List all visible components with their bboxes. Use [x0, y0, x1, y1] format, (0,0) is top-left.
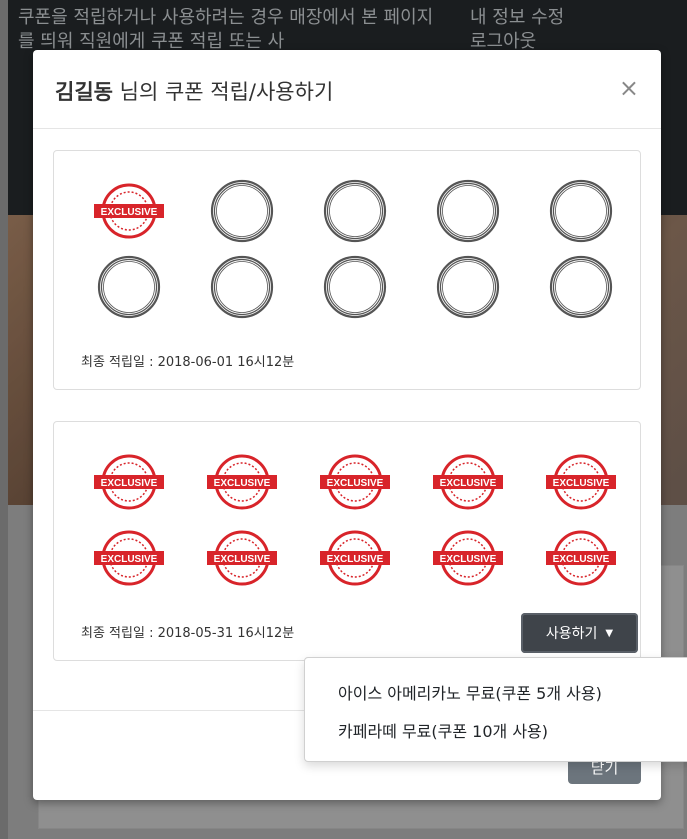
modal-header: 김길동 님의 쿠폰 적립/사용하기 × — [33, 50, 661, 129]
exclusive-stamp-icon: EXCLUSIVE — [545, 454, 616, 510]
empty-stamp-icon — [436, 179, 499, 243]
caret-down-icon: ▼ — [605, 627, 614, 639]
stamp-filled: EXCLUSIVE — [72, 173, 185, 249]
stamp-filled: EXCLUSIVE — [72, 520, 185, 596]
svg-text:EXCLUSIVE: EXCLUSIVE — [439, 478, 496, 489]
stamp-empty — [411, 173, 524, 249]
exclusive-stamp-icon: EXCLUSIVE — [432, 530, 503, 586]
svg-text:EXCLUSIVE: EXCLUSIVE — [213, 478, 270, 489]
exclusive-stamp-icon: EXCLUSIVE — [432, 454, 503, 510]
last-stamp-date: 최종 적립일 : 2018-06-01 16시12분 — [81, 355, 295, 370]
stamp-filled: EXCLUSIVE — [298, 520, 411, 596]
stamp-filled: EXCLUSIVE — [298, 444, 411, 520]
stamp-grid: EXCLUSIVE — [72, 173, 622, 325]
stamp-empty — [298, 173, 411, 249]
close-icon[interactable]: × — [619, 74, 639, 102]
exclusive-stamp-icon: EXCLUSIVE — [206, 530, 277, 586]
svg-text:EXCLUSIVE: EXCLUSIVE — [100, 207, 157, 218]
exclusive-stamp-icon: EXCLUSIVE — [93, 530, 164, 586]
stamp-empty — [185, 173, 298, 249]
stamp-filled: EXCLUSIVE — [411, 444, 524, 520]
coupon-card: EXCLUSIVE EXCLUSIVE EXCLUSIVE EXCLUSIVE EXCL… — [53, 421, 641, 661]
empty-stamp-icon — [97, 255, 160, 319]
stamp-empty — [411, 249, 524, 325]
stamp-filled: EXCLUSIVE — [524, 444, 637, 520]
stamp-empty — [185, 249, 298, 325]
coupon-card: EXCLUSIVE 최종 적립일 : 2018-06-01 16시12분 — [53, 150, 641, 390]
svg-text:EXCLUSIVE: EXCLUSIVE — [213, 554, 270, 565]
stamp-filled: EXCLUSIVE — [72, 444, 185, 520]
modal-title-text: 님의 쿠폰 적립/사용하기 — [112, 80, 334, 104]
exclusive-stamp-icon: EXCLUSIVE — [93, 183, 164, 239]
svg-text:EXCLUSIVE: EXCLUSIVE — [439, 554, 496, 565]
empty-stamp-icon — [549, 179, 612, 243]
stamp-grid: EXCLUSIVE EXCLUSIVE EXCLUSIVE EXCLUSIVE EXCL… — [72, 444, 622, 596]
stamp-empty — [72, 249, 185, 325]
empty-stamp-icon — [323, 179, 386, 243]
stamp-filled: EXCLUSIVE — [411, 520, 524, 596]
empty-stamp-icon — [549, 255, 612, 319]
user-name: 김길동 — [55, 80, 113, 104]
exclusive-stamp-icon: EXCLUSIVE — [319, 454, 390, 510]
stamp-filled: EXCLUSIVE — [185, 520, 298, 596]
stamp-empty — [524, 173, 637, 249]
exclusive-stamp-icon: EXCLUSIVE — [545, 530, 616, 586]
empty-stamp-icon — [210, 255, 273, 319]
modal-title: 김길동 님의 쿠폰 적립/사용하기 — [55, 76, 333, 106]
dropdown-item-americano[interactable]: 아이스 아메리카노 무료(쿠폰 5개 사용) — [338, 680, 602, 704]
last-stamp-date: 최종 적립일 : 2018-05-31 16시12분 — [81, 626, 295, 641]
stamp-empty — [524, 249, 637, 325]
use-coupon-dropdown: 아이스 아메리카노 무료(쿠폰 5개 사용) 카페라떼 무료(쿠폰 10개 사용… — [304, 657, 687, 762]
exclusive-stamp-icon: EXCLUSIVE — [206, 454, 277, 510]
stamp-filled: EXCLUSIVE — [185, 444, 298, 520]
stamp-filled: EXCLUSIVE — [524, 520, 637, 596]
svg-text:EXCLUSIVE: EXCLUSIVE — [326, 554, 383, 565]
svg-text:EXCLUSIVE: EXCLUSIVE — [552, 554, 609, 565]
svg-text:EXCLUSIVE: EXCLUSIVE — [100, 478, 157, 489]
exclusive-stamp-icon: EXCLUSIVE — [319, 530, 390, 586]
empty-stamp-icon — [323, 255, 386, 319]
use-coupon-button[interactable]: 사용하기 ▼ — [521, 613, 638, 653]
empty-stamp-icon — [436, 255, 499, 319]
use-coupon-label: 사용하기 — [545, 626, 598, 642]
stamp-empty — [298, 249, 411, 325]
empty-stamp-icon — [210, 179, 273, 243]
exclusive-stamp-icon: EXCLUSIVE — [93, 454, 164, 510]
svg-text:EXCLUSIVE: EXCLUSIVE — [100, 554, 157, 565]
svg-text:EXCLUSIVE: EXCLUSIVE — [326, 478, 383, 489]
svg-text:EXCLUSIVE: EXCLUSIVE — [552, 478, 609, 489]
dropdown-item-latte[interactable]: 카페라떼 무료(쿠폰 10개 사용) — [338, 718, 548, 742]
